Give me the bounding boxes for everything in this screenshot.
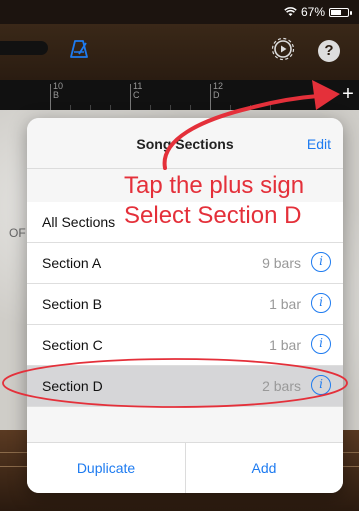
settings-gear-icon[interactable]	[270, 36, 296, 62]
sections-list: All Sections Section A 9 bars i Section …	[27, 202, 343, 407]
status-bar: 67%	[0, 0, 359, 24]
section-row-b[interactable]: Section B 1 bar i	[27, 284, 343, 325]
section-name: Section B	[42, 296, 102, 312]
volume-slider[interactable]	[0, 41, 48, 55]
battery-percent: 67%	[300, 5, 325, 19]
section-row-d[interactable]: Section D 2 bars i	[27, 366, 343, 407]
section-bars: 1 bar	[269, 296, 301, 312]
status-right: 67%	[284, 5, 352, 19]
section-row-c[interactable]: Section C 1 bar i	[27, 325, 343, 366]
ruler-tick	[210, 84, 211, 110]
section-bars: 9 bars	[262, 255, 301, 271]
ruler-tick	[130, 84, 131, 110]
section-name: Section A	[42, 255, 102, 271]
annotation-tap-plus: Tap the plus sign	[124, 172, 305, 199]
popover-header: Song Sections Edit	[27, 118, 343, 169]
battery-icon	[329, 7, 352, 17]
toolbar: ?	[0, 24, 359, 80]
wifi-icon	[284, 7, 297, 16]
info-icon[interactable]: i	[311, 375, 331, 395]
section-name: All Sections	[42, 214, 116, 230]
metronome-icon[interactable]	[68, 38, 90, 60]
annotation-select-d: Select Section D	[124, 202, 302, 229]
section-name: Section C	[42, 337, 103, 353]
add-section-plus-button[interactable]: +	[337, 80, 359, 110]
add-button[interactable]: Add	[185, 443, 343, 493]
help-button[interactable]: ?	[318, 40, 340, 62]
duplicate-button[interactable]: Duplicate	[27, 443, 185, 493]
popover-footer: Duplicate Add	[27, 442, 343, 493]
ruler-mark-11: 11 C	[133, 81, 143, 100]
section-bars: 1 bar	[269, 337, 301, 353]
ruler-tick	[50, 84, 51, 110]
info-icon[interactable]: i	[311, 293, 331, 313]
track-label: OF	[9, 226, 26, 240]
edit-button[interactable]: Edit	[307, 136, 331, 152]
ruler-mark-10: 10 B	[53, 81, 64, 100]
section-name: Section D	[42, 378, 103, 394]
section-bars: 2 bars	[262, 378, 301, 394]
section-row-a[interactable]: Section A 9 bars i	[27, 243, 343, 284]
info-icon[interactable]: i	[311, 334, 331, 354]
ruler-mark-12: 12 D	[213, 81, 224, 100]
timeline-ruler[interactable]: 10 B 11 C 12 D	[0, 80, 359, 110]
info-icon[interactable]: i	[311, 252, 331, 272]
popover-title: Song Sections	[136, 136, 234, 152]
